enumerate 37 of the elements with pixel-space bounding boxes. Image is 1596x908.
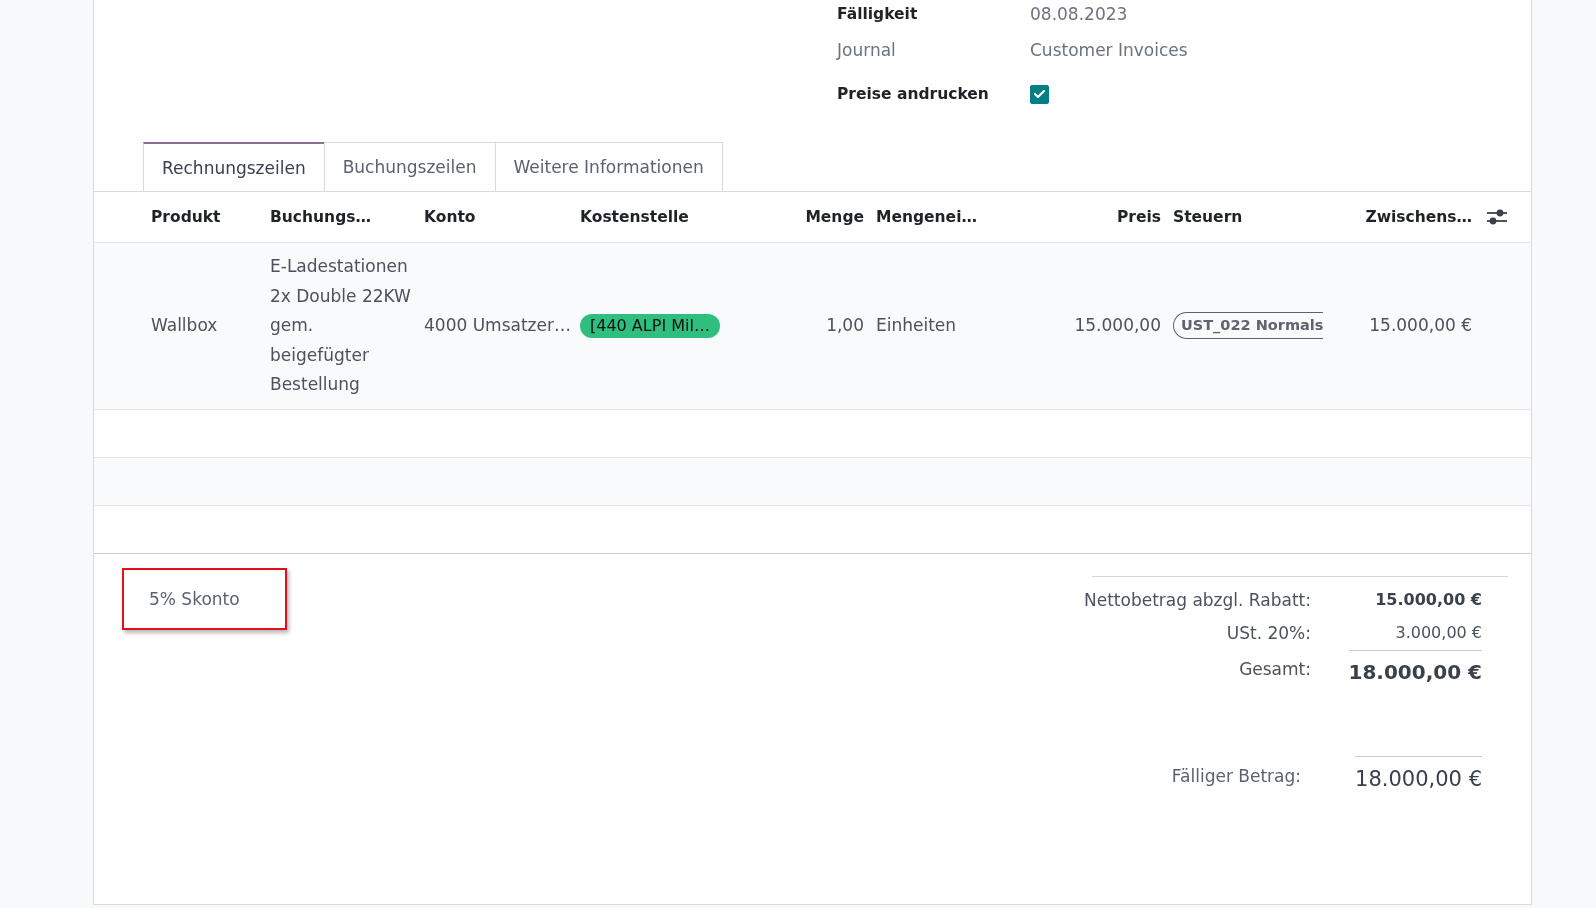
column-header[interactable]: Menge [805, 208, 864, 226]
tab[interactable]: Rechnungszeilen [143, 142, 325, 191]
checkmark-icon [1034, 90, 1045, 98]
total-label: USt. 20%: [1226, 622, 1311, 643]
table-cell-text: 1,00 [826, 314, 864, 337]
table-row[interactable]: Wallbox E-Ladestationen 2x Double 22KW gem. beigefügter Bestellung 4000 Umsatzer… [440 ALPI Mil… 1,00 Einheiten 15.000,00 UST_022 Normals 15.000,00 € [94, 243, 1531, 410]
field-value[interactable]: 08.08.2023 [1030, 4, 1128, 24]
cost-center-tag[interactable]: [440 ALPI Mil… [580, 313, 720, 338]
column-header[interactable]: Mengenei… [876, 208, 977, 226]
field-label: Journal [837, 40, 896, 60]
field-value: Customer Invoices [1030, 40, 1188, 60]
checkbox[interactable] [1030, 84, 1049, 104]
column-header[interactable]: Konto [424, 208, 476, 226]
column-header[interactable]: Produkt [151, 208, 221, 226]
total-label: Gesamt: [1239, 658, 1311, 679]
amount-due-label: Fälliger Betrag: [1171, 765, 1302, 786]
table-cell-text: 4000 Umsatzer… [424, 314, 571, 337]
table-cell-text: 15.000,00 € [1369, 314, 1472, 337]
field-label: Preise andrucken [837, 85, 989, 103]
tab[interactable]: Weitere Informationen [494, 142, 723, 191]
amount-due-value: 18.000,00 € [1355, 756, 1482, 795]
total-value: 18.000,00 € [1348, 650, 1482, 687]
total-value: 3.000,00 € [1395, 623, 1482, 642]
table-cell-text: 15.000,00 [1074, 314, 1161, 337]
table-cell-text: E-Ladestationen 2x Double 22KW gem. beigefügter Bestellung [270, 255, 412, 396]
total-value: 15.000,00 € [1375, 590, 1482, 609]
column-settings-icon[interactable] [1487, 209, 1507, 225]
column-header[interactable]: Steuern [1173, 208, 1243, 226]
column-header[interactable]: Zwischens… [1365, 208, 1472, 226]
field-label: Fälligkeit [837, 5, 918, 23]
table-cell-text: Wallbox [151, 314, 218, 337]
column-header[interactable]: Kostenstelle [580, 208, 689, 226]
column-header[interactable]: Buchungs… [270, 208, 371, 226]
table-cell-text: Einheiten [876, 314, 957, 337]
column-header[interactable]: Preis [1116, 208, 1161, 226]
payment-terms-text: 5% Skonto [149, 588, 240, 609]
total-label: Nettobetrag abzgl. Rabatt: [1084, 589, 1311, 610]
